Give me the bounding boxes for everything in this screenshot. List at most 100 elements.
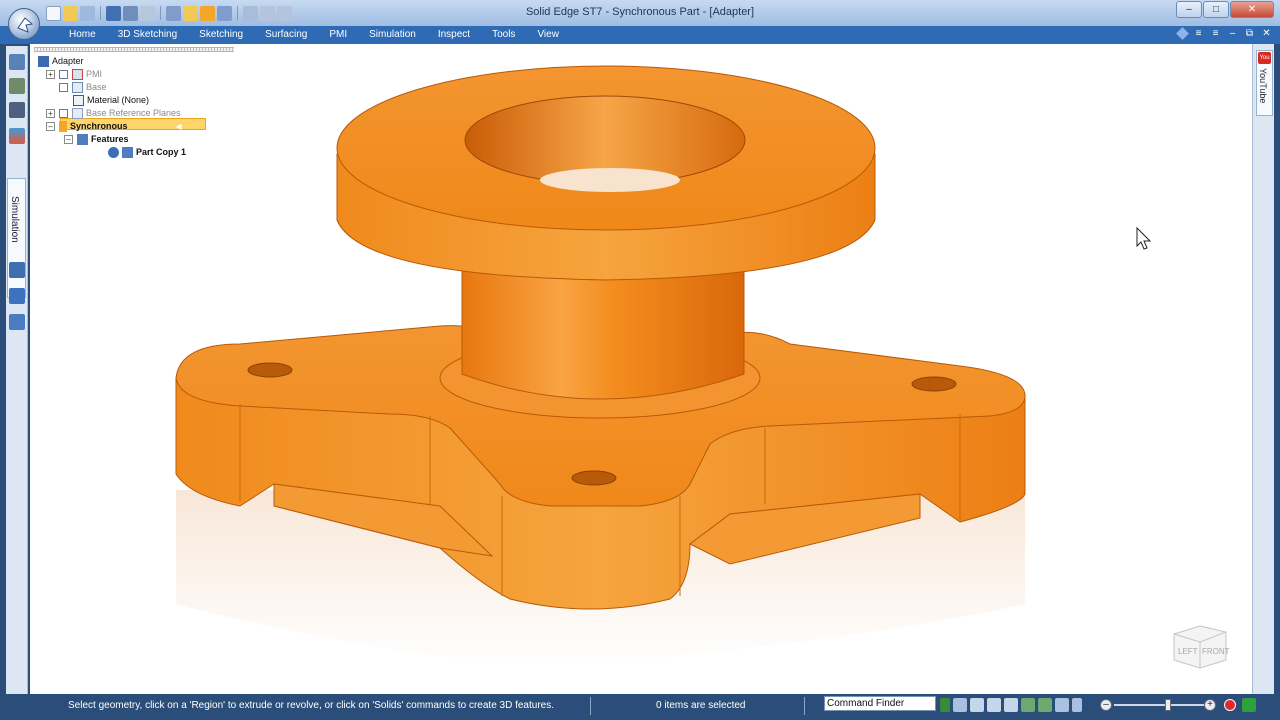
hub-neck bbox=[461, 263, 745, 400]
tree-item-label: Material (None) bbox=[87, 95, 150, 105]
expand-icon[interactable]: + bbox=[46, 108, 55, 118]
tab-home[interactable]: Home bbox=[58, 26, 107, 44]
tab-tools[interactable]: Tools bbox=[481, 26, 526, 44]
pmi-icon bbox=[72, 68, 83, 80]
graphics-window[interactable]: Adapter + PMI Base Material (None) + Bas… bbox=[30, 44, 1252, 694]
tree-item-features[interactable]: – Features bbox=[64, 133, 129, 145]
pathfinder-icon[interactable] bbox=[9, 54, 25, 70]
pan-icon[interactable] bbox=[1004, 698, 1018, 712]
tab-inspect[interactable]: Inspect bbox=[427, 26, 481, 44]
coordinate-system-icon bbox=[72, 81, 83, 93]
feature-library-icon[interactable] bbox=[9, 78, 25, 94]
doc-minimize-icon[interactable]: – bbox=[1227, 28, 1238, 39]
right-dock-strip: You Tube YouTube bbox=[1252, 44, 1274, 694]
close-button[interactable]: ✕ bbox=[1230, 1, 1274, 18]
teamcenter-icon[interactable] bbox=[9, 288, 25, 304]
bore-bottom bbox=[540, 168, 680, 192]
zoom-icon[interactable] bbox=[970, 698, 984, 712]
tree-item-pmi[interactable]: + PMI bbox=[46, 68, 102, 80]
mouse-cursor-icon bbox=[1136, 226, 1152, 250]
synchronous-icon bbox=[59, 120, 67, 132]
tab-sketching[interactable]: Sketching bbox=[188, 26, 254, 44]
tree-item-label: Part Copy 1 bbox=[136, 147, 187, 157]
window-title: Solid Edge ST7 - Synchronous Part - [Ada… bbox=[525, 6, 755, 18]
tree-item-part-copy-1[interactable]: Part Copy 1 bbox=[108, 146, 186, 158]
pmi-checkbox[interactable] bbox=[59, 69, 68, 79]
view-orientation-icon[interactable] bbox=[1055, 698, 1069, 712]
bolt-hole-left bbox=[247, 362, 293, 378]
go-arrow-icon[interactable] bbox=[940, 698, 950, 712]
doc-restore-icon[interactable]: ⧉ bbox=[1244, 28, 1255, 39]
reference-planes-icon bbox=[72, 107, 83, 119]
doc-close-icon[interactable]: ✕ bbox=[1261, 28, 1272, 39]
layers-icon[interactable] bbox=[9, 102, 25, 118]
ribbon-tab-bar: Home 3D Sketching Sketching Surfacing PM… bbox=[0, 26, 1280, 44]
maximize-button[interactable]: □ bbox=[1203, 1, 1229, 18]
arrange-icon[interactable]: ≡ bbox=[1193, 28, 1204, 39]
tab-surfacing[interactable]: Surfacing bbox=[254, 26, 318, 44]
visible-eye-icon[interactable] bbox=[108, 146, 119, 158]
prompt-text: Select geometry, click on a 'Region' to … bbox=[68, 700, 555, 711]
part-model[interactable] bbox=[30, 44, 1252, 694]
zoom-in-button[interactable]: + bbox=[1204, 699, 1216, 711]
command-finder-input[interactable]: Command Finder bbox=[824, 696, 936, 711]
selection-count: 0 items are selected bbox=[656, 700, 746, 711]
ribbon-right-controls: ≡ ≡ – ⧉ ✕ bbox=[1176, 27, 1272, 40]
record-icon[interactable] bbox=[1224, 699, 1236, 711]
help-diamond-icon[interactable] bbox=[1176, 27, 1189, 40]
pathfinder-splitter[interactable] bbox=[34, 47, 234, 52]
tree-item-label: Adapter bbox=[52, 56, 84, 66]
cascade-icon[interactable]: ≡ bbox=[1210, 28, 1221, 39]
sketch-view-icon[interactable] bbox=[1038, 698, 1052, 712]
cube-face-left[interactable]: LEFT bbox=[1178, 647, 1198, 656]
tree-item-synchronous[interactable]: – Synchronous ◀ bbox=[46, 120, 182, 132]
title-bar: Solid Edge ST7 - Synchronous Part - [Ada… bbox=[0, 0, 1280, 26]
material-icon bbox=[73, 94, 84, 106]
application-button[interactable] bbox=[8, 8, 40, 40]
part-icon bbox=[38, 55, 49, 67]
sensors-icon[interactable] bbox=[9, 262, 25, 278]
tree-item-material[interactable]: Material (None) bbox=[73, 94, 149, 106]
simulation-color-icon[interactable] bbox=[9, 128, 25, 144]
zoom-out-button[interactable]: – bbox=[1100, 699, 1112, 711]
tree-item-label: Base Reference Planes bbox=[86, 108, 181, 118]
tree-item-label: PMI bbox=[86, 69, 103, 79]
tree-item-base-reference-planes[interactable]: + Base Reference Planes bbox=[46, 107, 181, 119]
fit-icon[interactable] bbox=[987, 698, 1001, 712]
reference-planes-checkbox[interactable] bbox=[59, 108, 68, 118]
zoom-track[interactable] bbox=[1114, 704, 1204, 706]
tab-view[interactable]: View bbox=[526, 26, 570, 44]
collapse-icon[interactable]: – bbox=[64, 134, 73, 144]
upload-icon[interactable] bbox=[1242, 698, 1256, 712]
tab-pmi[interactable]: PMI bbox=[318, 26, 358, 44]
collapse-icon[interactable]: – bbox=[46, 121, 55, 131]
window-controls: – □ ✕ bbox=[1175, 1, 1274, 18]
part-copy-icon bbox=[122, 146, 133, 158]
expand-icon[interactable]: + bbox=[46, 69, 55, 79]
family-table-icon[interactable] bbox=[9, 314, 25, 330]
rotate-icon[interactable] bbox=[1021, 698, 1035, 712]
bolt-hole-right bbox=[911, 376, 957, 392]
minimize-button[interactable]: – bbox=[1176, 1, 1202, 18]
status-divider bbox=[590, 697, 591, 715]
youtube-logo: You Tube bbox=[1258, 52, 1271, 73]
features-icon bbox=[77, 133, 88, 145]
tab-3d-sketching[interactable]: 3D Sketching bbox=[107, 26, 188, 44]
zoom-area-icon[interactable] bbox=[953, 698, 967, 712]
cube-face-front[interactable]: FRONT bbox=[1202, 647, 1230, 656]
base-checkbox[interactable] bbox=[59, 82, 68, 92]
arrow-left-icon: ◀ bbox=[175, 121, 182, 131]
tab-simulation[interactable]: Simulation bbox=[358, 26, 427, 44]
ribbon-tabs: Home 3D Sketching Sketching Surfacing PM… bbox=[58, 26, 570, 44]
settings-icon[interactable] bbox=[1072, 698, 1082, 712]
tree-item-adapter[interactable]: Adapter bbox=[38, 55, 84, 67]
tree-item-base[interactable]: Base bbox=[59, 81, 107, 93]
status-bar: Select geometry, click on a 'Region' to … bbox=[0, 694, 1280, 720]
simulation-tab-label: Simulation bbox=[9, 196, 20, 243]
status-divider bbox=[804, 697, 805, 715]
youtube-tab-label: YouTube bbox=[1258, 68, 1268, 104]
view-cube[interactable]: LEFT FRONT bbox=[1170, 616, 1230, 672]
zoom-slider[interactable]: – + bbox=[1100, 698, 1218, 712]
solid-edge-logo-icon bbox=[17, 17, 34, 33]
zoom-thumb[interactable] bbox=[1165, 699, 1171, 711]
